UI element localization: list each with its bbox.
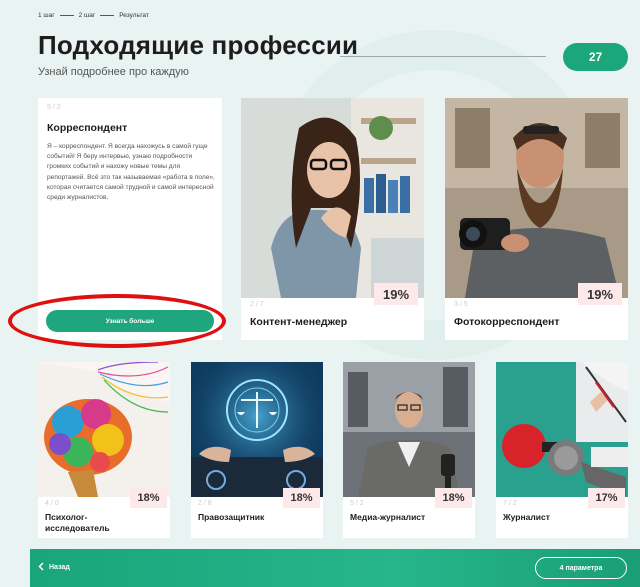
profession-description: Я – корреспондент. Я всегда нахожусь в с…: [47, 143, 215, 202]
step-2[interactable]: 2 шаг: [79, 12, 96, 19]
profession-card-journalist[interactable]: 7 / 2 17% Журналист: [496, 362, 628, 538]
step-divider: [59, 15, 74, 16]
card-faint-text: 3 / 5: [454, 301, 468, 308]
profession-card-media-journalist[interactable]: 5 / 2 18% Медиа-журналист: [343, 362, 475, 538]
profession-photo-woman-glasses: [241, 98, 424, 298]
profession-card-correspondent: 5 / 2 Корреспондент Я – корреспондент. Я…: [38, 98, 222, 340]
card-faint-text: 2 / 8: [198, 500, 212, 507]
step-1[interactable]: 1 шаг: [38, 12, 55, 19]
learn-more-button[interactable]: Узнать больше: [46, 310, 214, 332]
title-divider: [340, 56, 546, 57]
profession-name: Фотокорреспондент: [454, 316, 560, 328]
back-button[interactable]: Назад: [38, 562, 70, 573]
card-faint-text: 2 / 7: [250, 301, 264, 308]
step-result: Результат: [119, 12, 149, 19]
match-percent-badge: 18%: [435, 488, 472, 508]
match-percent-badge: 18%: [283, 488, 320, 508]
match-percent-badge: 17%: [588, 488, 625, 508]
profession-card-psychologist[interactable]: 4 / 0 18% Психолог- исследователь: [38, 362, 170, 538]
profession-name: Психолог- исследователь: [45, 512, 110, 533]
step-progress: 1 шаг 2 шаг Результат: [38, 12, 149, 19]
profession-card-photo-correspondent[interactable]: 3 / 5 19% Фотокорреспондент: [445, 98, 628, 340]
match-percent-badge: 19%: [374, 283, 418, 305]
back-label: Назад: [49, 564, 70, 571]
footer-bar: Назад 4 параметра: [30, 549, 640, 587]
profession-photo-man-microphone: [343, 362, 475, 497]
card-faint-text: 7 / 2: [503, 500, 517, 507]
profession-photo-microphones: [496, 362, 628, 497]
profession-photo-man-camera: [445, 98, 628, 298]
chevron-left-icon: [38, 562, 44, 573]
profession-card-human-rights-defender[interactable]: 2 / 8 18% Правозащитник: [191, 362, 323, 538]
profession-name: Правозащитник: [198, 512, 265, 522]
profession-name: Журналист: [503, 512, 550, 522]
card-faint-text: 5 / 2: [47, 104, 61, 111]
profession-card-content-manager[interactable]: 2 / 7 19% Контент-менеджер: [241, 98, 424, 340]
page-title: Подходящие профессии: [38, 30, 359, 60]
page-subtitle: Узнай подробнее про каждую: [38, 66, 189, 78]
profession-photo-colorful-brain: [38, 362, 170, 497]
match-percent-badge: 19%: [578, 283, 622, 305]
profession-name: Корреспондент: [47, 122, 128, 134]
step-divider: [100, 15, 115, 16]
professions-count-badge: 27: [563, 43, 628, 71]
parameters-button[interactable]: 4 параметра: [535, 557, 627, 579]
profession-name: Медиа-журналист: [350, 512, 426, 522]
profession-photo-scales-hologram: [191, 362, 323, 497]
profession-name: Контент-менеджер: [250, 316, 348, 328]
match-percent-badge: 18%: [130, 488, 167, 508]
card-faint-text: 4 / 0: [45, 500, 59, 507]
card-faint-text: 5 / 2: [350, 500, 364, 507]
